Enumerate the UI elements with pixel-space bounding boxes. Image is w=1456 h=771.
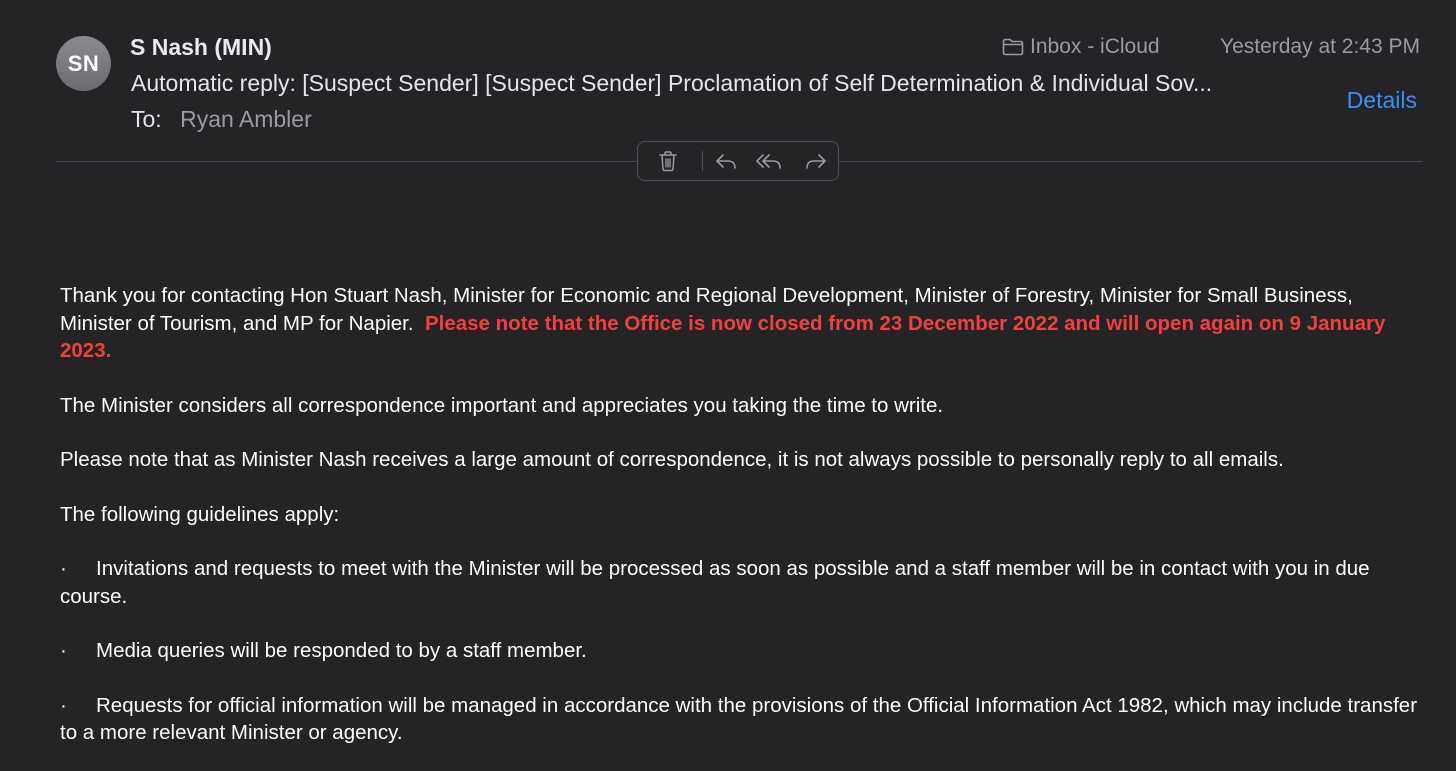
delete-button[interactable] [638,142,698,180]
details-link[interactable]: Details [1347,87,1417,114]
message-body: Thank you for contacting Hon Stuart Nash… [60,282,1430,771]
bullet-mark: · [60,639,67,662]
mailbox-indicator[interactable]: Inbox - iCloud [1002,35,1160,59]
trash-icon [658,150,678,172]
avatar-initials: SN [67,50,100,76]
forward-button[interactable] [794,142,838,180]
recipient-name[interactable]: Ryan Ambler [180,106,312,132]
message-action-toolbar [637,141,839,181]
reply-button[interactable] [707,142,745,180]
timestamp: Yesterday at 2:43 PM [1219,35,1420,58]
intro-paragraph: Thank you for contacting Hon Stuart Nash… [60,282,1430,365]
recipient-row: To: Ryan Ambler [131,106,312,133]
sender-name[interactable]: S Nash (MIN) [130,34,272,61]
bullet-text: Invitations and requests to meet with th… [60,557,1370,608]
bullet-mark: · [60,557,67,580]
bullet-item: · Requests for official information will … [60,692,1430,747]
bullet-item: · Invitations and requests to meet with t… [60,555,1430,610]
avatar: SN [56,36,111,91]
mailbox-label: Inbox - iCloud [1030,35,1160,58]
message-header: SN S Nash (MIN) Automatic reply: [Suspec… [0,0,1456,185]
subject-line: Automatic reply: [Suspect Sender] [Suspe… [131,70,1213,96]
bullet-text: Media queries will be responded to by a … [96,639,587,662]
reply-all-icon [755,151,783,171]
paragraph-guidelines: The following guidelines apply: [60,502,340,526]
reply-icon [714,151,738,171]
folder-icon [1002,38,1024,56]
bullet-item: · Media queries will be responded to by a… [60,637,1430,665]
paragraph-volume: Please note that as Minister Nash receiv… [60,448,1284,471]
bullet-mark: · [60,693,67,717]
reply-all-button[interactable] [744,142,794,180]
bullet-text: Requests for official information will b… [60,693,1418,745]
paragraph-correspondence: The Minister considers all correspondenc… [60,393,944,417]
to-label: To: [131,106,162,132]
toolbar-separator [701,151,703,171]
forward-icon [804,151,828,171]
